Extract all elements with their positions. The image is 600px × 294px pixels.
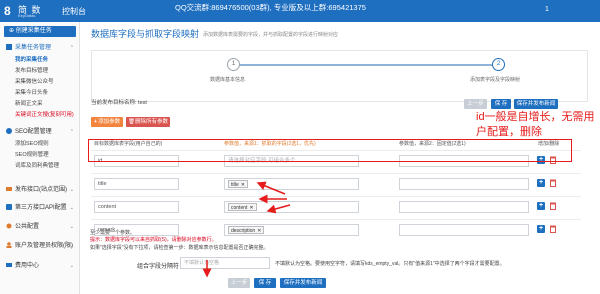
remove-tag-icon[interactable]: ✕ <box>241 182 245 188</box>
note-min-param: 至少需要一个参数。 <box>90 230 136 236</box>
logo-subtext: KeyDatas <box>18 13 36 18</box>
note-tip: 提示：数据库字段可以来自抓取(S)，请删除对应参数行。 <box>90 237 217 243</box>
sidebar-item-wechat[interactable]: 采集微信公众号 <box>0 77 80 88</box>
publish-icon <box>6 187 12 191</box>
trash-icon: 🗑 <box>128 119 135 125</box>
settings-icon <box>6 128 12 134</box>
source-field-select[interactable]: description ✕ <box>224 224 359 236</box>
prev-step-button-bottom[interactable]: 上一步 <box>228 278 250 288</box>
config-icon <box>6 223 12 229</box>
delete-all-params-button[interactable]: 🗑删除所有参数 <box>126 117 170 127</box>
logo[interactable]: 8 简 数 KeyDatas <box>4 2 46 20</box>
wallet-icon <box>6 263 12 267</box>
annotation-text: id一般是自增长，无需用户配置，删除 <box>476 111 595 138</box>
source-field-select[interactable]: content ✕ <box>224 201 359 213</box>
sidebar-item-dictionary[interactable]: 词库及同利典管理 <box>0 161 80 172</box>
chevron-up-icon: ⌃ <box>69 129 74 135</box>
sidebar-section-billing[interactable]: 费用中心 ⌄ <box>0 261 80 272</box>
save-button[interactable]: 保 存 <box>491 99 511 109</box>
prev-step-button[interactable]: 上一步 <box>464 99 487 109</box>
step-1-circle[interactable]: 1 <box>227 58 240 71</box>
sidebar: ⊕ 创建采集任务 采集任务管理 ⌃ 我的采集任务 发布目标管理 采集微信公众号 采… <box>0 22 80 294</box>
chevron-down-icon: ⌄ <box>69 263 74 269</box>
sidebar-item-keyword-search[interactable]: 关键词正文搜(复刻可用) <box>0 110 80 121</box>
save-publish-button-bottom[interactable]: 保存并发布新闻 <box>280 278 326 288</box>
plus-icon: + <box>93 119 98 125</box>
remove-tag-icon[interactable]: ✕ <box>257 228 261 234</box>
save-publish-button[interactable]: 保存并发布新闻 <box>514 99 558 109</box>
sidebar-item-seo-rules[interactable]: SEO规则管理 <box>0 150 80 161</box>
separator-label: 组合字段分隔符 <box>137 264 180 270</box>
logo-icon: 8 <box>4 4 11 18</box>
current-target-name: 当前发布目标名称: test <box>91 100 147 106</box>
add-row-icon[interactable]: + <box>537 202 545 210</box>
api-icon <box>6 204 12 210</box>
page-title: 数据库字段与抓取字段映射 <box>91 29 200 39</box>
field-tag: description ✕ <box>228 226 265 234</box>
separator-input[interactable]: 不填默认为空格 <box>180 257 270 269</box>
note-check-step1: 如果"选择字段"没有下拉项，请检查第一步：数据库表示信息配置是否正确完整。 <box>90 245 269 251</box>
list-icon <box>6 44 12 50</box>
field-tag: title ✕ <box>228 180 248 188</box>
chevron-down-icon: ⌄ <box>69 205 74 211</box>
sidebar-item-my-tasks[interactable]: 我的采集任务 <box>0 55 80 66</box>
sidebar-section-task[interactable]: 采集任务管理 ⌃ <box>0 43 80 54</box>
table-row: title title ✕ + <box>91 173 581 193</box>
fixed-value-input[interactable] <box>399 224 529 236</box>
save-button-bottom[interactable]: 保 存 <box>254 278 276 288</box>
chevron-down-icon: ⌄ <box>69 224 74 230</box>
remove-tag-icon[interactable]: ✕ <box>249 205 253 211</box>
page-subtitle: 添加数据库表需要的字段，并与抓取配置的字段进行映射对应 <box>203 32 339 38</box>
step-track-fill <box>233 64 498 66</box>
step-2-circle[interactable]: 2 <box>492 58 505 71</box>
db-field-input[interactable]: title <box>94 178 179 190</box>
sidebar-section-config[interactable]: 公共配置 ⌄ <box>0 222 80 233</box>
sidebar-section-seo[interactable]: SEO配置管理 ⌃ <box>0 127 80 138</box>
db-field-input[interactable]: content <box>94 201 179 213</box>
step-1-label: 数据库基本信息 <box>210 77 246 83</box>
trash-icon[interactable] <box>549 179 557 187</box>
qq-group-notice: QQ交流群:869476500(03群), 专业版及以上群:695421375 <box>175 3 366 12</box>
sidebar-section-account[interactable]: 账户及管理员权限(限) ⌄ <box>0 241 80 252</box>
fixed-value-input[interactable] <box>399 178 529 190</box>
step-progress: 1 数据库基本信息 2 添加表字段及字段映射 <box>91 50 588 102</box>
separator-hint: 不填默认为空格。要使用空字符，请填写kds_empty_val。只有"值来源1"… <box>275 261 505 267</box>
sidebar-item-news[interactable]: 新闻正文采 <box>0 99 80 110</box>
sidebar-item-toutiao[interactable]: 采集今日头条 <box>0 88 80 99</box>
add-param-button[interactable]: +添加参数 <box>91 117 123 127</box>
step-2-label: 添加表字段及字段映射 <box>470 77 521 83</box>
sidebar-section-publish[interactable]: 发布接口(站点范围) ⌄ <box>0 185 80 196</box>
chevron-down-icon: ⌄ <box>69 187 74 193</box>
trash-icon[interactable] <box>549 225 557 233</box>
id-row-highlight <box>88 139 572 162</box>
field-tag: content ✕ <box>228 203 257 211</box>
user-icon <box>6 242 12 248</box>
table-row: content content ✕ + <box>91 196 581 216</box>
trash-icon[interactable] <box>549 202 557 210</box>
chevron-up-icon: ⌃ <box>69 45 74 51</box>
user-menu[interactable]: 1 <box>545 6 549 13</box>
add-row-icon[interactable]: + <box>537 225 545 233</box>
sidebar-section-api[interactable]: 第三方接口API配置 ⌄ <box>0 203 80 214</box>
app-title[interactable]: 控制台 <box>62 6 86 17</box>
fixed-value-input[interactable] <box>399 201 529 213</box>
chevron-down-icon: ⌄ <box>69 243 74 249</box>
top-bar: 8 简 数 KeyDatas 控制台 QQ交流群:869476500(03群),… <box>0 0 600 22</box>
source-field-select[interactable]: title ✕ <box>224 178 359 190</box>
sidebar-item-add-seo[interactable]: 添加SEO规则 <box>0 139 80 150</box>
sidebar-item-publish-targets[interactable]: 发布目标管理 <box>0 66 80 77</box>
plus-icon: ⊕ <box>9 28 16 34</box>
add-row-icon[interactable]: + <box>537 179 545 187</box>
create-task-button[interactable]: ⊕ 创建采集任务 <box>4 26 76 37</box>
